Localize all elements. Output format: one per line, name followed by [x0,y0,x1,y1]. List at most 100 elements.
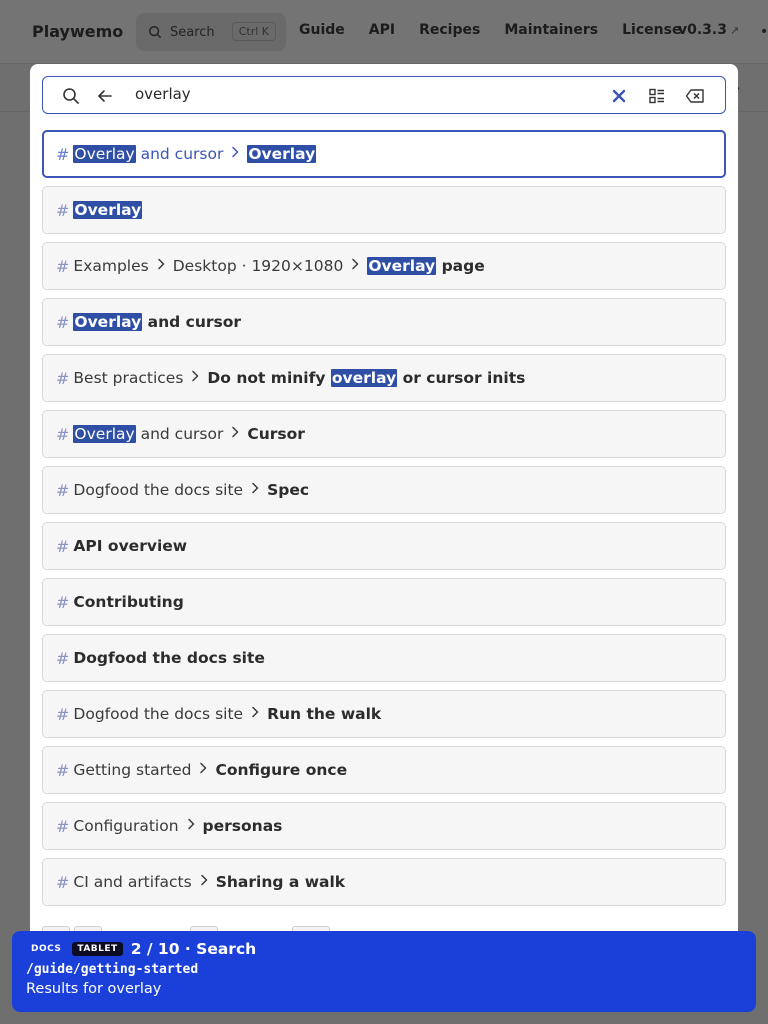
search-result[interactable]: # Overlay and cursor [42,298,726,346]
version-link[interactable]: v0.3.3 ↗ [678,22,739,38]
result-title: Overlay page [367,257,485,275]
chevron-right-icon [243,482,267,498]
result-title: personas [203,817,283,835]
nav-link-api[interactable]: API [369,22,395,38]
chevron-right-icon [179,818,203,834]
result-title: Spec [267,481,309,499]
search-result[interactable]: # Configuration personas [42,802,726,850]
nav-link-license[interactable]: License [622,22,681,38]
chevron-right-icon [183,370,207,386]
nav-link-guide[interactable]: Guide [299,22,345,38]
result-breadcrumb: Best practices [73,369,184,387]
hash-icon: # [56,424,70,444]
search-result[interactable]: # API overview [42,522,726,570]
modal-footer [30,910,738,932]
result-text: Dogfood the docs site [73,649,265,667]
result-text: Do not minify [207,369,331,387]
result-breadcrumb: Dogfood the docs site [73,481,244,499]
docs-badge: DOCS [26,942,67,956]
match-highlight: Overlay [73,313,143,331]
search-result[interactable]: # Contributing [42,578,726,626]
search-result[interactable]: # Overlay and cursor Cursor [42,410,726,458]
search-result[interactable]: # Examples Desktop · 1920×1080 Overlay page [42,242,726,290]
result-breadcrumb: Getting started [73,761,192,779]
hash-icon: # [56,816,70,836]
chevron-right-icon [243,706,267,722]
result-text: and cursor [142,313,242,331]
toast-title: 2 / 10 · Search [130,940,257,958]
search-result[interactable]: # Dogfood the docs site Spec [42,466,726,514]
result-text: API overview [73,537,188,555]
version-label: v0.3.3 [678,22,727,38]
more-menu-icon[interactable]: • [760,24,768,40]
result-title: Cursor [247,425,305,443]
backspace-icon[interactable] [685,86,705,106]
chevron-right-icon [192,874,216,890]
result-title: Do not minify overlay or cursor inits [207,369,525,387]
result-text: Spec [267,481,310,499]
result-breadcrumb: Overlay and cursor [73,145,223,163]
result-title: Overlay [73,201,143,219]
result-title: API overview [73,537,187,555]
hash-icon: # [56,760,70,780]
result-title: Overlay [247,145,317,163]
hash-icon: # [56,256,70,276]
result-breadcrumb: Overlay and cursor [73,425,223,443]
search-result[interactable]: # Getting started Configure once [42,746,726,794]
nav-links: Guide API Recipes Maintainers License [299,22,705,38]
hash-icon: # [56,312,70,332]
result-text: Sharing a walk [215,873,346,891]
search-results-list: # Overlay and cursor Overlay # Overlay # Examp… [42,130,726,910]
nav-link-recipes[interactable]: Recipes [419,22,480,38]
result-text: and cursor [135,145,224,163]
clear-search-icon[interactable] [609,86,629,106]
search-result[interactable]: # Overlay and cursor Overlay [42,130,726,178]
result-text: Configure once [215,761,348,779]
result-title: Dogfood the docs site [73,649,265,667]
result-text: and cursor [135,425,224,443]
hash-icon: # [56,480,70,500]
result-breadcrumb: Examples [73,257,149,275]
nav-search-button[interactable]: Search Ctrl K [136,13,286,51]
chevron-right-icon [191,762,215,778]
hash-icon: # [56,704,70,724]
hash-icon: # [56,200,70,220]
search-result[interactable]: # Dogfood the docs site [42,634,726,682]
search-result[interactable]: # Best practices Do not minify overlay or … [42,354,726,402]
result-breadcrumb: Dogfood the docs site [73,705,244,723]
result-title: Overlay and cursor [73,313,241,331]
nav-link-maintainers[interactable]: Maintainers [504,22,598,38]
search-icon [149,26,162,39]
search-result[interactable]: # Overlay [42,186,726,234]
result-title: Configure once [215,761,347,779]
detailed-list-toggle-icon[interactable] [647,86,667,106]
match-highlight: Overlay [73,201,143,219]
hash-icon: # [56,592,70,612]
back-arrow-icon[interactable] [95,86,115,106]
hash-icon: # [56,368,70,388]
result-title: Contributing [73,593,183,611]
status-toast: DOCS TABLET 2 / 10 · Search /guide/getti… [12,931,756,1012]
result-title: Sharing a walk [216,873,345,891]
search-result[interactable]: # Dogfood the docs site Run the walk [42,690,726,738]
match-highlight: Overlay [367,257,437,275]
search-bar: overlay [42,76,726,114]
result-text: Cursor [247,425,305,443]
result-text: Contributing [73,593,184,611]
result-breadcrumb: CI and artifacts [73,873,192,891]
search-input[interactable]: overlay [135,85,191,103]
search-icon [61,86,81,106]
result-text: Run the walk [267,705,382,723]
result-breadcrumb: Desktop · 1920×1080 [172,257,344,275]
result-breadcrumb: Configuration [73,817,179,835]
match-highlight: Overlay [73,425,136,443]
result-text: personas [202,817,283,835]
chevron-right-icon [223,146,247,162]
site-logo[interactable]: Playwemo [32,22,123,41]
device-badge: TABLET [72,942,123,956]
search-result[interactable]: # CI and artifacts Sharing a walk [42,858,726,906]
hash-icon: # [56,648,70,668]
top-nav: Playwemo Search Ctrl K Guide API Recipes… [0,0,768,64]
result-title: Run the walk [267,705,381,723]
hash-icon: # [56,536,70,556]
